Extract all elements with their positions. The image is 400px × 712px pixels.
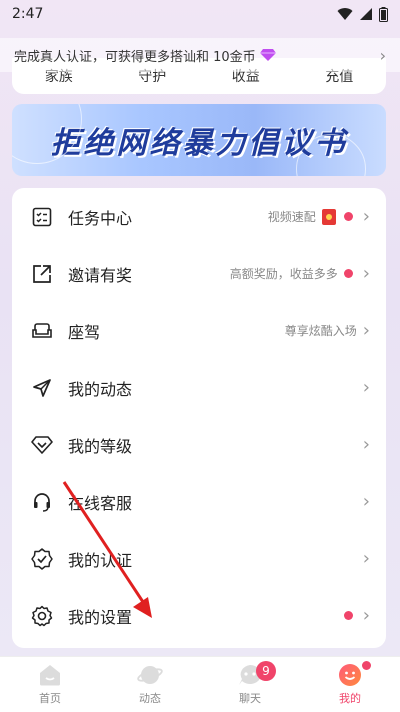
notification-dot <box>343 212 353 221</box>
menu-item-invite-reward[interactable]: 邀请有奖 高额奖励，收益多多 › <box>12 245 386 302</box>
tab-label: 我的 <box>339 692 361 705</box>
status-time: 2:47 <box>12 6 44 22</box>
menu-label: 我的动态 <box>68 379 133 399</box>
tab-chat[interactable]: 9 聊天 <box>200 657 300 712</box>
tab-moments[interactable]: 动态 <box>100 657 200 712</box>
status-icons <box>337 6 388 22</box>
profile-face-icon <box>337 663 363 687</box>
chevron-right-icon: › <box>362 491 370 512</box>
diamond-heart-icon <box>30 433 54 457</box>
chevron-right-icon: › <box>379 45 386 65</box>
menu-item-vehicle[interactable]: 座驾 尊享炫酷入场 › <box>12 302 386 359</box>
chevron-right-icon: › <box>362 434 370 455</box>
menu-label: 座驾 <box>68 322 101 342</box>
verify-banner-text: 完成真人认证，可获得更多搭讪和 10金币 <box>14 49 256 65</box>
anti-cyberbullying-banner[interactable]: 拒绝网络暴力倡议书 <box>12 104 386 176</box>
menu-item-my-settings[interactable]: 我的设置 › <box>12 587 386 644</box>
menu-item-my-moments[interactable]: 我的动态 › <box>12 359 386 416</box>
tab-label: 首页 <box>39 692 61 705</box>
menu-hint: 高额奖励，收益多多 <box>229 267 338 281</box>
tab-label: 聊天 <box>239 692 261 705</box>
chevron-right-icon: › <box>362 206 370 227</box>
bottom-tab-bar: 首页 动态 9 聊天 我的 <box>0 656 400 712</box>
headset-icon <box>30 490 54 514</box>
menu-label: 我的设置 <box>68 607 133 627</box>
red-packet-icon <box>321 208 336 225</box>
menu-item-task-center[interactable]: 任务中心 视频速配 › <box>12 188 386 245</box>
chevron-right-icon: › <box>362 320 370 341</box>
tab-label: 动态 <box>139 692 161 705</box>
battery-icon <box>379 6 388 22</box>
wifi-icon <box>337 8 353 20</box>
notification-dot <box>343 611 353 620</box>
status-bar: 2:47 <box>0 0 400 28</box>
menu-item-online-support[interactable]: 在线客服 › <box>12 473 386 530</box>
chevron-right-icon: › <box>362 548 370 569</box>
menu-label: 我的认证 <box>68 550 133 570</box>
menu-label: 任务中心 <box>68 208 133 228</box>
menu-label: 邀请有奖 <box>68 265 133 285</box>
verified-badge-icon <box>30 547 54 571</box>
menu-label: 在线客服 <box>68 493 133 513</box>
real-person-verify-banner[interactable]: 完成真人认证，可获得更多搭讪和 10金币 › <box>0 38 400 72</box>
menu-hint: 尊享炫酷入场 <box>284 324 357 338</box>
unread-badge: 9 <box>256 661 276 681</box>
send-icon <box>30 376 54 400</box>
planet-icon <box>137 663 163 687</box>
tab-home[interactable]: 首页 <box>0 657 100 712</box>
menu-item-my-level[interactable]: 我的等级 › <box>12 416 386 473</box>
task-list-icon <box>30 205 54 229</box>
chevron-right-icon: › <box>362 377 370 398</box>
menu-label: 我的等级 <box>68 436 133 456</box>
chevron-right-icon: › <box>362 263 370 284</box>
tab-mine[interactable]: 我的 <box>300 657 400 712</box>
home-icon <box>37 663 63 687</box>
notification-dot <box>362 661 371 670</box>
notification-dot <box>343 269 353 278</box>
chevron-right-icon: › <box>362 605 370 626</box>
sofa-icon <box>30 319 54 343</box>
share-icon <box>30 262 54 286</box>
menu-hint: 视频速配 <box>267 210 316 224</box>
settings-gear-icon <box>30 604 54 628</box>
diamond-icon <box>259 49 276 61</box>
menu-item-my-verification[interactable]: 我的认证 › <box>12 530 386 587</box>
cell-signal-icon <box>360 8 372 20</box>
menu-card: 任务中心 视频速配 › 邀请有奖 高额奖励，收益多多 › 座驾 尊享炫酷入场 ›… <box>12 188 386 648</box>
